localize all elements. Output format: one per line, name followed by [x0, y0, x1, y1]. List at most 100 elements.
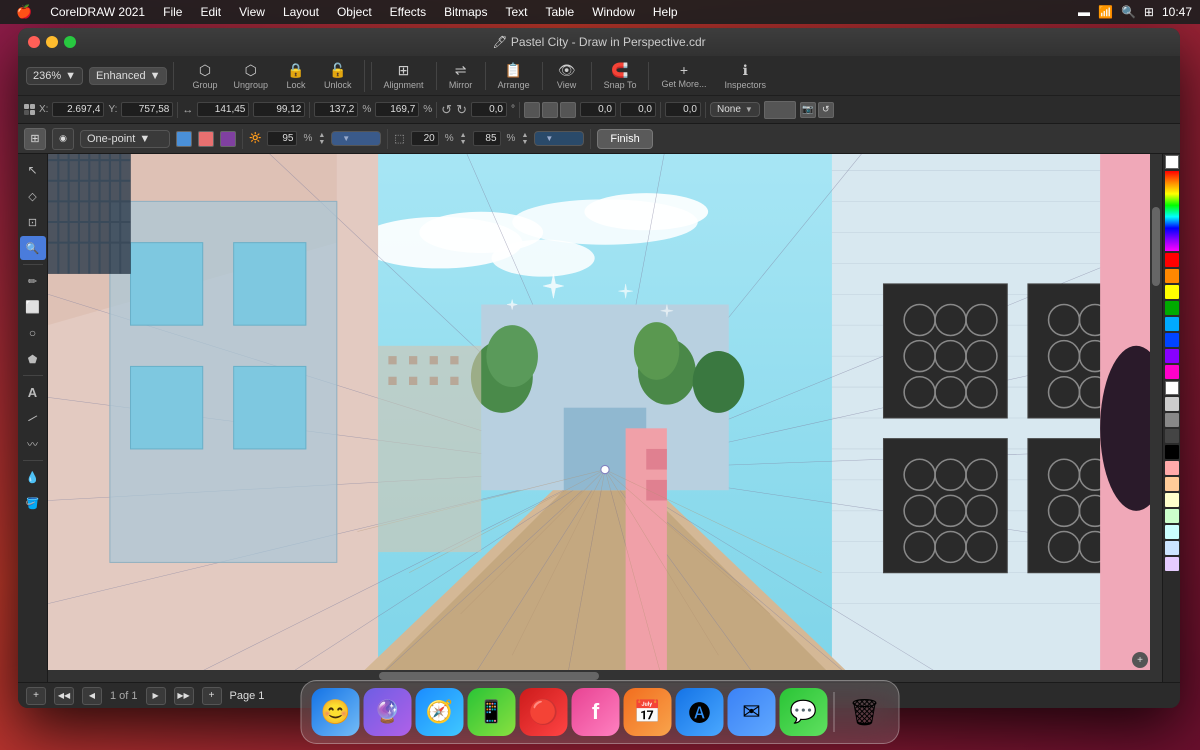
shape-btn3[interactable] [560, 102, 576, 118]
perspective-mode-dropdown[interactable]: One-point ▼ [80, 130, 170, 148]
swatch-gray[interactable] [1165, 413, 1179, 427]
coord-y1[interactable]: 0,0 [620, 102, 656, 117]
menu-object[interactable]: Object [329, 3, 380, 21]
height-input[interactable]: 99,12 [253, 102, 305, 117]
add-page-button[interactable]: + [26, 687, 46, 705]
rainbow-gradient[interactable] [1165, 171, 1179, 251]
swatch-pink[interactable] [1165, 365, 1179, 379]
w2-input[interactable]: 137,2 [314, 102, 358, 117]
menu-effects[interactable]: Effects [382, 3, 434, 21]
dock-trash[interactable]: 🗑 [841, 688, 889, 736]
canvas-area[interactable]: ✕ [48, 154, 1162, 682]
swatch-cream[interactable] [1165, 493, 1179, 507]
crop-tool[interactable]: ⊡ [20, 210, 46, 234]
unlock-button[interactable]: 🔓 Unlock [318, 60, 358, 92]
fade-input[interactable]: 20 [411, 131, 439, 146]
connector-tool[interactable]: 〰 [20, 432, 46, 456]
swatch-lightcyan[interactable] [1165, 525, 1179, 539]
width-input[interactable]: 141,45 [197, 102, 249, 117]
swatch-mintgreen[interactable] [1165, 509, 1179, 523]
zoom-tool active[interactable]: 🔍 [20, 236, 46, 260]
y-input[interactable]: 757,58 [121, 102, 173, 117]
alignment-button[interactable]: ⊞ Alignment [378, 60, 430, 92]
menu-edit[interactable]: Edit [192, 3, 229, 21]
inspectors-button[interactable]: ℹ Inspectors [718, 60, 772, 92]
swatch-red[interactable] [1165, 253, 1179, 267]
eyedropper-tool[interactable]: 💧 [20, 465, 46, 489]
menu-window[interactable]: Window [584, 3, 643, 21]
swatch-yellow[interactable] [1165, 285, 1179, 299]
swatch-lavender[interactable] [1165, 557, 1179, 571]
grid-spinner[interactable]: ▲ ▼ [521, 132, 528, 146]
last-page-button[interactable]: ▶▶ [174, 687, 194, 705]
zoom-dropdown[interactable]: 236% ▼ [26, 67, 83, 85]
dock-opera[interactable]: 🔴 [520, 688, 568, 736]
dock-siri[interactable]: 🔮 [364, 688, 412, 736]
shape-btn1[interactable] [524, 102, 540, 118]
shape-btn2[interactable] [542, 102, 558, 118]
zoom-in-canvas-button[interactable]: + [1132, 652, 1148, 668]
x-input[interactable]: 2.697,4 [52, 102, 104, 117]
opacity-spinner[interactable]: ▲ ▼ [318, 132, 325, 146]
dock-mail[interactable]: ✉ [728, 688, 776, 736]
none-dropdown[interactable]: None ▼ [710, 102, 760, 117]
swatch-salmon[interactable] [1165, 461, 1179, 475]
line-tool[interactable]: / [18, 400, 48, 435]
h2-input[interactable]: 169,7 [375, 102, 419, 117]
dock-safari[interactable]: 🧭 [416, 688, 464, 736]
swatch-violet[interactable] [1165, 349, 1179, 363]
menu-coreldraw[interactable]: CorelDRAW 2021 [42, 3, 153, 21]
prev-page-button[interactable]: ◀ [82, 687, 102, 705]
color-fill[interactable] [764, 101, 796, 119]
menu-view[interactable]: View [231, 3, 273, 21]
swatch-white[interactable] [1165, 381, 1179, 395]
coord-x1[interactable]: 0,0 [580, 102, 616, 117]
coord-z1[interactable]: 0,0 [665, 102, 701, 117]
persp-toggle[interactable]: ◉ [52, 128, 74, 150]
add-page2-button[interactable]: + [202, 687, 222, 705]
swatch-lightgray[interactable] [1165, 397, 1179, 411]
group-button[interactable]: ⬡ Group [186, 60, 223, 92]
node-tool[interactable]: ◇ [20, 184, 46, 208]
dock-fantastical[interactable]: 📅 [624, 688, 672, 736]
mirror-button[interactable]: ⇌ Mirror [443, 60, 479, 92]
freehand-tool[interactable]: ✏ [20, 269, 46, 293]
menu-help[interactable]: Help [645, 3, 686, 21]
persp-color1[interactable] [176, 131, 192, 147]
menu-bitmaps[interactable]: Bitmaps [436, 3, 495, 21]
grid-input[interactable]: 85 [473, 131, 501, 146]
dock-facetime[interactable]: 📱 [468, 688, 516, 736]
dock-messages[interactable]: 💬 [780, 688, 828, 736]
swatch-blue[interactable] [1165, 333, 1179, 347]
snap-to-button[interactable]: 🧲 Snap To [598, 60, 643, 92]
camera-btn[interactable]: 📷 [800, 102, 816, 118]
menu-table[interactable]: Table [538, 3, 583, 21]
maximize-button[interactable] [64, 36, 76, 48]
lock-button[interactable]: 🔒 Lock [278, 60, 314, 92]
scrollbar-thumb-h[interactable] [379, 672, 599, 680]
angle-input[interactable]: 0,0 [471, 102, 507, 117]
get-more-button[interactable]: + Get More... [655, 60, 712, 91]
blue-dropdown[interactable]: ▼ [331, 131, 381, 146]
view-mode-dropdown[interactable]: Enhanced ▼ [89, 67, 167, 85]
palette-mode-btn[interactable] [1165, 155, 1179, 169]
search-icon[interactable]: 🔍 [1121, 5, 1136, 19]
rectangle-tool[interactable]: ⬜ [20, 295, 46, 319]
minimize-button[interactable] [46, 36, 58, 48]
close-button[interactable] [28, 36, 40, 48]
swatch-cyan[interactable] [1165, 317, 1179, 331]
dock-fontbase[interactable]: f [572, 688, 620, 736]
swatch-peach[interactable] [1165, 477, 1179, 491]
persp-color2[interactable] [198, 131, 214, 147]
circle-tool[interactable]: ○ [20, 321, 46, 345]
ungroup-button[interactable]: ⬡ Ungroup [227, 60, 274, 92]
first-page-button[interactable]: ◀◀ [54, 687, 74, 705]
swatch-green[interactable] [1165, 301, 1179, 315]
fade-spinner[interactable]: ▲ ▼ [460, 132, 467, 146]
swatch-lightblue[interactable] [1165, 541, 1179, 555]
select-tool[interactable]: ↖ [20, 158, 46, 182]
persp-color3[interactable] [220, 131, 236, 147]
finish-button[interactable]: Finish [597, 129, 652, 149]
menu-layout[interactable]: Layout [275, 3, 327, 21]
swatch-black[interactable] [1165, 445, 1179, 459]
